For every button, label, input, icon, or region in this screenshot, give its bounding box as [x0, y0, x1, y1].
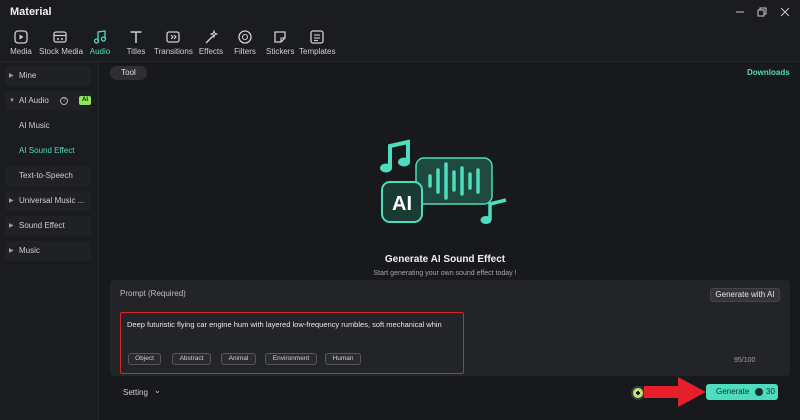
generate-button[interactable]: Generate 30 — [706, 384, 778, 400]
tab-stickers[interactable]: Stickers — [266, 28, 294, 60]
sidebar-item-universal-music[interactable]: ▶ Universal Music ... — [5, 191, 91, 211]
ai-text: AI — [392, 193, 412, 215]
music-note-icon — [380, 139, 410, 173]
credit-count: 30 — [766, 387, 775, 396]
tag-human[interactable]: Human — [325, 353, 361, 365]
stock-media-icon — [53, 31, 67, 43]
chevron-down-icon[interactable]: ⌄ — [154, 386, 161, 395]
sidebar-item-ai-music[interactable]: AI Music — [5, 116, 91, 136]
minimize-icon — [736, 11, 744, 13]
stickers-icon — [274, 31, 286, 43]
tab-media[interactable]: Media — [7, 28, 35, 60]
character-counter: 95/100 — [734, 357, 756, 364]
tag-animal[interactable]: Animal — [221, 353, 256, 365]
ai-badge: AI — [79, 96, 91, 105]
prompt-text[interactable]: Deep futuristic flying car engine hum wi… — [127, 320, 442, 329]
tab-audio[interactable]: Audio — [87, 28, 113, 60]
ai-sound-illustration: AI — [380, 139, 507, 224]
window-title: Material — [10, 6, 52, 18]
sidebar-item-ai-sound-effect[interactable]: AI Sound Effect — [5, 141, 91, 161]
tab-templates[interactable]: Templates — [299, 28, 335, 60]
titles-icon — [130, 31, 142, 43]
chevron-right-icon: ▶ — [9, 223, 14, 229]
sidebar-item-mine[interactable]: ▶ Mine — [5, 66, 91, 86]
red-arrow-annotation — [644, 377, 706, 407]
restore-icon — [757, 7, 767, 17]
sidebar-item-ai-audio[interactable]: ▼ AI Audio ? AI — [5, 91, 91, 111]
effects-icon — [205, 29, 219, 44]
chevron-right-icon: ▶ — [9, 73, 14, 79]
templates-icon — [310, 30, 324, 44]
tab-filters[interactable]: Filters — [233, 28, 257, 60]
setting-toggle[interactable]: Setting — [123, 388, 148, 397]
chevron-right-icon: ▶ — [9, 198, 14, 204]
hero-subtitle: Start generating your own sound effect t… — [373, 270, 517, 277]
category-toolbar: Media Stock Media Audio Titles Transitio… — [0, 26, 800, 62]
tag-environment[interactable]: Environment — [265, 353, 317, 365]
sidebar-item-music[interactable]: ▶ Music — [5, 241, 91, 261]
tab-stock-media[interactable]: Stock Media — [39, 28, 83, 60]
tag-abstract[interactable]: Abstract — [172, 353, 211, 365]
minimize-button[interactable] — [730, 4, 750, 22]
sidebar: ▶ Mine ▼ AI Audio ? AI AI Music AI Sound… — [0, 62, 99, 420]
help-icon[interactable]: ? — [60, 97, 68, 105]
chevron-down-icon: ▼ — [9, 98, 15, 104]
generate-with-ai-button[interactable]: Generate with AI — [710, 288, 780, 302]
sidebar-item-text-to-speech[interactable]: Text-to-Speech — [5, 166, 91, 186]
downloads-link[interactable]: Downloads — [747, 68, 790, 77]
filters-icon — [238, 30, 252, 44]
music-note-icon — [93, 30, 107, 44]
close-button[interactable] — [775, 4, 795, 22]
transitions-icon — [166, 31, 180, 43]
tab-tool[interactable]: Tool — [110, 66, 147, 80]
tag-object[interactable]: Object — [128, 353, 161, 365]
close-icon — [780, 7, 790, 17]
sidebar-item-sound-effect[interactable]: ▶ Sound Effect — [5, 216, 91, 236]
tab-titles[interactable]: Titles — [123, 28, 149, 60]
prompt-label: Prompt (Required) — [120, 289, 186, 298]
restore-button[interactable] — [752, 4, 772, 22]
tab-transitions[interactable]: Transitions — [154, 28, 193, 60]
credit-coin-icon — [755, 388, 763, 396]
chevron-right-icon: ▶ — [9, 248, 14, 254]
media-icon — [14, 30, 28, 44]
tab-effects[interactable]: Effects — [198, 28, 224, 60]
hero-title: Generate AI Sound Effect — [384, 254, 506, 265]
title-bar: Material — [0, 0, 800, 26]
